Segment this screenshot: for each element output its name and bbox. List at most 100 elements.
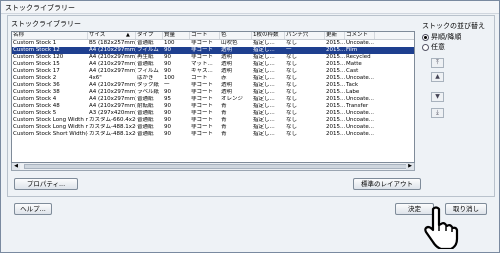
table-cell: 青	[221, 124, 227, 130]
table-cell: 90	[164, 103, 171, 109]
table-cell: ラベル紙	[137, 89, 160, 95]
table-row[interactable]: Custom Stock 15 A4 (210x297mm) 普通紙 90 マット...…	[12, 61, 414, 68]
table-cell: Uncoate...	[346, 96, 375, 102]
table-cell: 透明	[221, 54, 233, 60]
table-cell: Custom Stock Long Width m...	[13, 117, 88, 123]
scroll-right-icon[interactable]: ▶	[406, 163, 414, 170]
column-header[interactable]: コート	[190, 32, 220, 39]
column-header[interactable]: 更新	[325, 32, 345, 39]
table-row[interactable]: Custom Stock 120 A4 (210x297mm) 再生紙 90 非コート 透…	[12, 54, 414, 61]
table-cell: 指定し...	[253, 82, 275, 88]
table-row[interactable]: Custom Stock 12 A4 (210x297mm) フィルム 90 非コート 透…	[12, 47, 414, 54]
table-cell: キャス...	[191, 68, 213, 74]
table-row[interactable]: Custom Stock Short Width(4... カスタム-488.1x…	[12, 131, 414, 138]
table-cell: 指定し...	[253, 103, 275, 109]
column-header[interactable]: 質量	[163, 32, 190, 39]
column-header[interactable]: 色	[220, 32, 252, 39]
move-down-icon: ▼	[435, 93, 440, 100]
table-cell: 普通紙	[137, 61, 154, 67]
properties-button[interactable]: プロパティ...	[14, 178, 78, 190]
table-cell: 2015...	[326, 61, 345, 67]
table-cell: A4 (210x297mm)	[89, 89, 136, 95]
move-top-button[interactable]: ⤒	[431, 58, 444, 68]
table-cell: Tack	[346, 82, 359, 88]
table-cell: なし	[286, 61, 298, 67]
scroll-left-icon[interactable]: ◀	[12, 163, 20, 170]
column-header[interactable]: パンチ穴	[285, 32, 325, 39]
table-cell: A4 (210x297mm)	[89, 82, 136, 88]
table-cell: 透明	[221, 47, 233, 53]
column-header[interactable]: 1枚の枠数	[252, 32, 285, 39]
column-header[interactable]: 名称	[12, 32, 88, 39]
table-cell: 2015...	[326, 110, 345, 116]
stock-table[interactable]: 名称 サイズ ▲ タイプ 質量 コート色 1枚の枠数 パンチ穴 更新 コメント Custom St…	[11, 31, 415, 163]
hand-pointer-icon	[424, 206, 459, 249]
table-cell: 青	[221, 117, 227, 123]
table-row[interactable]: Custom Stock 17 A4 (210x297mm) フィルム 90 キャス..…	[12, 68, 414, 75]
table-cell: 2015...	[326, 40, 345, 46]
table-cell: 山吹色	[221, 40, 238, 46]
table-cell: 一	[286, 47, 292, 53]
horizontal-scrollbar[interactable]: ◀ ▶	[11, 163, 415, 171]
table-cell: 指定し...	[253, 96, 275, 102]
radio-auto-indicator[interactable]	[422, 33, 429, 41]
move-bottom-button[interactable]: ⤓	[431, 108, 444, 118]
table-cell: 普通紙	[137, 96, 154, 102]
table-row[interactable]: Custom Stock 38 A4 (210x297mm) ラベル紙 90 非コート 透…	[12, 89, 414, 96]
table-cell: 指定し...	[253, 131, 275, 137]
column-header[interactable]: コメント	[345, 32, 375, 39]
table-cell: フィルム	[137, 47, 159, 53]
table-cell: 指定し...	[253, 40, 275, 46]
table-cell: 指定し...	[253, 75, 275, 81]
table-cell: Custom Stock 120	[13, 54, 64, 60]
table-cell: Uncoate...	[346, 40, 375, 46]
table-cell: 非コート	[191, 124, 214, 130]
radio-manual-indicator[interactable]	[422, 43, 429, 51]
radio-sort-manual[interactable]: 任意	[422, 42, 445, 52]
table-row[interactable]: Custom Stock 4 A4 (210x297mm) 普通紙 95 非コート オレン…	[12, 96, 414, 103]
radio-sort-auto[interactable]: 昇順/降順	[422, 32, 461, 42]
table-cell: マット...	[191, 61, 213, 67]
table-cell: Uncoate...	[346, 124, 375, 130]
table-cell: なし	[286, 103, 298, 109]
table-cell: A4 (210x297mm)	[89, 47, 136, 53]
table-row[interactable]: Custom Stock Long Width m... カスタム-660.4x2…	[12, 117, 414, 124]
table-cell: カスタム-660.4x200...	[89, 117, 136, 123]
table-row[interactable]: Custom Stock 2 4x6" はがき 100 コート 赤 指定し... なし 2015…	[12, 75, 414, 82]
standard-layout-button[interactable]: 標準のレイアウト	[353, 178, 421, 190]
table-cell: Custom Stock 4	[13, 96, 57, 102]
table-cell: 青	[221, 110, 227, 116]
table-row[interactable]: Custom Stock Long Width m... カスタム-488.1x2…	[12, 124, 414, 131]
table-cell: 普通紙	[137, 124, 154, 130]
table-cell: 非コート	[191, 40, 214, 46]
table-row[interactable]: Custom Stock 48 A4 (210x297mm) 耐転紙 90 非コート 青 指…	[12, 103, 414, 110]
table-row[interactable]: Custom Stock 36 A4 (210x297mm) タック紙一 非コート 透明…	[12, 82, 414, 89]
table-row[interactable]: Custom Stock 1 B5 (182x257mm) 普通紙 100 非コート 山吹…	[12, 40, 414, 47]
column-header[interactable]: タイプ	[136, 32, 163, 39]
stock-library-dialog: ストックライブラリー ストックライブラリー 名称 サイズ ▲ タイプ 質量 コート色 1枚の…	[0, 0, 500, 253]
table-cell: 指定し...	[253, 47, 275, 53]
table-cell: 100	[164, 40, 175, 46]
scroll-thumb[interactable]	[24, 164, 412, 169]
move-up-button[interactable]: ▲	[431, 72, 444, 82]
table-cell: 95	[164, 96, 171, 102]
table-cell: 普通紙	[137, 40, 154, 46]
window-title: ストックライブラリー	[5, 4, 75, 12]
move-top-icon: ⤒	[436, 59, 439, 66]
table-cell: 2015...	[326, 96, 345, 102]
table-row[interactable]: Custom Stock 5 A3 (297x420mm) 普通紙 90 非コート 青 指定…	[12, 110, 414, 117]
title-bar: ストックライブラリー	[1, 1, 499, 14]
table-cell: 再生紙	[137, 54, 154, 60]
table-cell: 耐転紙	[137, 103, 154, 109]
table-cell: 2015...	[326, 75, 345, 81]
radio-auto-label: 昇順/降順	[431, 33, 462, 41]
move-down-button[interactable]: ▼	[431, 92, 444, 102]
table-cell: Uncoate...	[346, 75, 375, 81]
help-button[interactable]: ヘルプ...	[14, 203, 52, 215]
table-cell: タック紙	[137, 82, 160, 88]
table-cell: Custom Stock 1	[13, 40, 57, 46]
table-cell: 青	[221, 103, 227, 109]
table-cell: Matte	[346, 61, 362, 67]
table-cell: Custom Stock 5	[13, 110, 57, 116]
table-cell: 指定し...	[253, 117, 275, 123]
